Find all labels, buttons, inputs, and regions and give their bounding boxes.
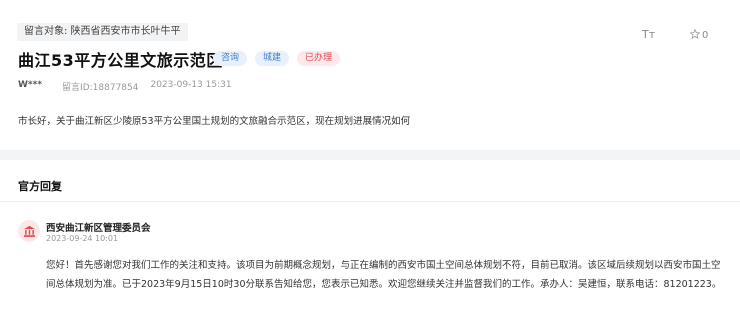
star-icon bbox=[689, 28, 701, 42]
message-id: 留言ID:18877854 bbox=[62, 83, 139, 93]
tag-construction[interactable]: 城建 bbox=[255, 51, 290, 66]
message-title: 曲江53平方公里文旅示范区 bbox=[18, 51, 223, 70]
section-divider bbox=[0, 150, 740, 160]
message-target-tag: 留言对象: 陕西省西安市市长叶牛平 bbox=[17, 23, 188, 41]
reply-date: 2023-09-24 10:01 bbox=[46, 234, 119, 243]
official-reply-heading: 官方回复 bbox=[18, 180, 62, 193]
favorite-count: 0 bbox=[702, 30, 709, 41]
tag-consult[interactable]: 咨询 bbox=[213, 51, 248, 66]
reply-divider-line bbox=[0, 201, 740, 202]
government-building-icon bbox=[18, 220, 40, 242]
message-card: 留言对象: 陕西省西安市市长叶牛平 曲江53平方公里文旅示范区 咨询 城建 已办… bbox=[0, 0, 740, 150]
message-tags: 咨询 城建 已办理 bbox=[213, 51, 341, 66]
tag-status-handled: 已办理 bbox=[297, 51, 341, 66]
reply-content: 您好！首先感谢您对我们工作的关注和支持。该项目为前期概念规划，与正在编制的西安市… bbox=[46, 260, 722, 290]
message-datetime: 2023-09-13 15:31 bbox=[150, 80, 232, 90]
author-name: W*** bbox=[18, 80, 43, 90]
message-meta: W*** 留言ID:18877854 2023-09-13 15:31 bbox=[18, 80, 232, 93]
font-size-toggle-button[interactable]: Tт bbox=[642, 28, 655, 41]
message-content: 市长好，关于曲江新区少陵原53平方公里国土规划的文旅融合示范区，现在规划进展情况… bbox=[18, 116, 411, 127]
official-reply-card: 官方回复 西安曲江新区管理委员会 2023-09-24 10:01 您好！首先感… bbox=[0, 160, 740, 314]
favorite-button[interactable]: 0 bbox=[689, 28, 709, 42]
reply-org-name: 西安曲江新区管理委员会 bbox=[46, 223, 151, 234]
